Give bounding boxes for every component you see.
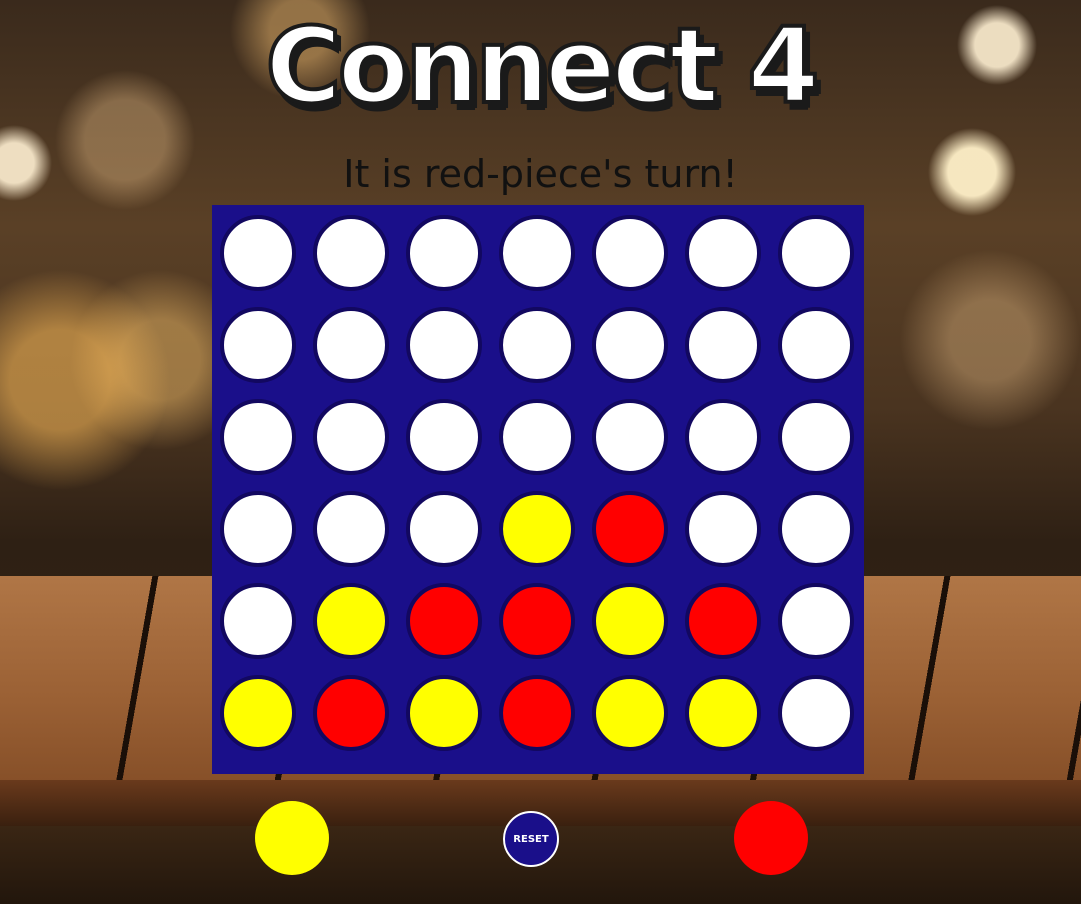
empty-slot[interactable] xyxy=(499,399,575,475)
empty-slot[interactable] xyxy=(220,491,296,567)
empty-slot[interactable] xyxy=(778,215,854,291)
empty-slot[interactable] xyxy=(778,491,854,567)
empty-slot[interactable] xyxy=(220,583,296,659)
empty-slot[interactable] xyxy=(406,215,482,291)
yellow-player-chip xyxy=(255,801,329,875)
empty-slot[interactable] xyxy=(220,399,296,475)
empty-slot[interactable] xyxy=(685,307,761,383)
empty-slot[interactable] xyxy=(313,491,389,567)
yellow-piece[interactable] xyxy=(313,583,389,659)
yellow-piece[interactable] xyxy=(685,675,761,751)
empty-slot[interactable] xyxy=(220,307,296,383)
red-piece[interactable] xyxy=(685,583,761,659)
empty-slot[interactable] xyxy=(778,307,854,383)
empty-slot[interactable] xyxy=(313,215,389,291)
red-piece[interactable] xyxy=(499,583,575,659)
turn-status: It is red-piece's turn! xyxy=(343,152,738,196)
red-player-chip xyxy=(734,801,808,875)
empty-slot[interactable] xyxy=(406,399,482,475)
empty-slot[interactable] xyxy=(406,491,482,567)
empty-slot[interactable] xyxy=(499,307,575,383)
yellow-piece[interactable] xyxy=(592,675,668,751)
empty-slot[interactable] xyxy=(685,491,761,567)
empty-slot[interactable] xyxy=(592,307,668,383)
empty-slot[interactable] xyxy=(778,399,854,475)
empty-slot[interactable] xyxy=(592,215,668,291)
empty-slot[interactable] xyxy=(406,307,482,383)
red-piece[interactable] xyxy=(406,583,482,659)
red-piece[interactable] xyxy=(592,491,668,567)
empty-slot[interactable] xyxy=(685,215,761,291)
empty-slot[interactable] xyxy=(499,215,575,291)
red-piece[interactable] xyxy=(499,675,575,751)
yellow-piece[interactable] xyxy=(406,675,482,751)
game-title: Connect 4 xyxy=(263,4,821,128)
red-piece[interactable] xyxy=(313,675,389,751)
yellow-piece[interactable] xyxy=(499,491,575,567)
yellow-piece[interactable] xyxy=(220,675,296,751)
yellow-piece[interactable] xyxy=(592,583,668,659)
reset-button[interactable]: RESET xyxy=(503,811,559,867)
empty-slot[interactable] xyxy=(778,583,854,659)
game-board xyxy=(212,205,864,774)
empty-slot[interactable] xyxy=(220,215,296,291)
empty-slot[interactable] xyxy=(313,399,389,475)
empty-slot[interactable] xyxy=(685,399,761,475)
empty-slot[interactable] xyxy=(313,307,389,383)
empty-slot[interactable] xyxy=(592,399,668,475)
empty-slot[interactable] xyxy=(778,675,854,751)
